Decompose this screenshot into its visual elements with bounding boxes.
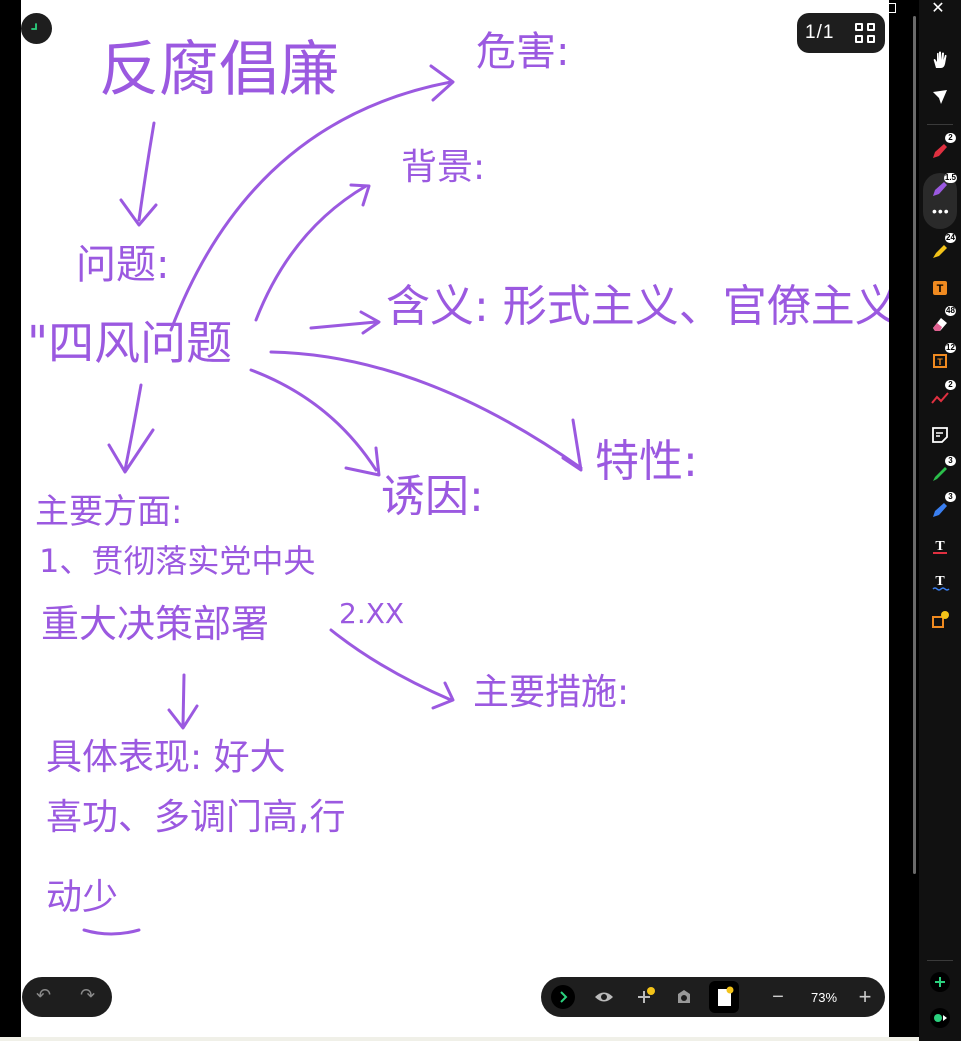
text-tool[interactable]: T xyxy=(926,274,954,302)
eraser-tool[interactable]: 48 xyxy=(926,306,956,338)
line-tool[interactable]: 2 xyxy=(926,380,956,412)
left-frame xyxy=(0,0,21,1041)
eraser-icon xyxy=(933,318,947,331)
pen-red-icon xyxy=(933,144,947,158)
select-tool[interactable] xyxy=(926,83,954,111)
window-restore-icon[interactable] xyxy=(887,3,896,13)
arrow-aspects-down xyxy=(167,673,199,730)
document-icon xyxy=(718,986,734,1006)
text-frame-icon: T xyxy=(933,354,947,368)
note-features: 特性: xyxy=(595,436,698,487)
view-button[interactable] xyxy=(591,977,617,1017)
whiteboard-canvas[interactable]: 反腐倡廉 危害: 背景: 问题: "四风问题 含义: 形式主义、官僚主义 特性:… xyxy=(21,0,889,1041)
highlighter-tool[interactable]: 24 xyxy=(926,233,956,265)
note-item2: 2.XX xyxy=(339,597,405,630)
text-box-icon: T xyxy=(933,281,947,295)
pen-blue-icon xyxy=(933,503,947,517)
hand-icon xyxy=(933,51,947,68)
plus-icon xyxy=(638,987,655,1003)
sticky-note-tool[interactable] xyxy=(926,421,954,449)
pen-purple-tool[interactable]: 1.5 ••• xyxy=(923,173,957,229)
note-harm: 危害: xyxy=(476,29,570,75)
arrow-to-causes xyxy=(249,368,381,477)
shapes-tool[interactable] xyxy=(926,606,954,634)
zoom-out-button[interactable]: − xyxy=(766,977,790,1017)
arrow-to-measures xyxy=(329,628,455,710)
svg-text:T: T xyxy=(935,539,945,554)
note-problem: 问题: xyxy=(76,242,170,288)
page-indicator[interactable]: 1/1 xyxy=(797,13,885,53)
vertical-scrollbar-thumb[interactable] xyxy=(913,16,916,874)
add-tool-button[interactable] xyxy=(926,968,954,996)
note-main-measures: 主要措施: xyxy=(473,672,630,713)
timer-button[interactable] xyxy=(21,13,52,44)
svg-text:T: T xyxy=(937,283,944,295)
page-grid-icon[interactable] xyxy=(855,23,877,45)
right-toolbar: 2 1.5 ••• 24 T 48 T 12 2 3 3 T T xyxy=(919,0,961,1041)
arrow-title-down xyxy=(119,121,158,227)
note-manifest-line3: 动少 xyxy=(46,877,119,918)
pen-red-tool[interactable]: 2 xyxy=(926,133,956,165)
text-red-tool[interactable]: T xyxy=(926,532,954,560)
hand-tool[interactable] xyxy=(926,46,954,74)
pen-green-tool[interactable]: 3 xyxy=(926,456,956,488)
gear-icon xyxy=(678,990,690,1003)
bottom-toolbar: − 73% + xyxy=(541,977,885,1017)
chevron-right-icon xyxy=(551,985,575,1009)
pen-blue-tool[interactable]: 3 xyxy=(926,492,956,524)
plus-circle-icon xyxy=(930,972,950,992)
note-title: 反腐倡廉 xyxy=(99,35,339,105)
pen-green-icon xyxy=(933,467,947,481)
arrow-to-background xyxy=(254,183,371,322)
eye-icon xyxy=(595,992,613,1002)
arrow-four-winds-down xyxy=(107,383,155,474)
note-causes: 诱因: xyxy=(381,471,484,522)
svg-text:T: T xyxy=(937,357,943,367)
zoom-in-button[interactable]: + xyxy=(853,977,877,1017)
pointer-icon xyxy=(933,90,947,104)
arrow-to-meaning xyxy=(309,310,381,335)
note-main-aspects: 主要方面: xyxy=(35,492,183,532)
text-box-tool[interactable]: T 12 xyxy=(926,343,956,375)
record-button[interactable] xyxy=(926,1004,954,1032)
expand-button[interactable] xyxy=(549,977,577,1017)
shapes-icon xyxy=(932,611,949,628)
note-item1-line2: 重大决策部署 xyxy=(41,602,270,646)
text-wavy-icon: T xyxy=(932,574,950,591)
close-icon[interactable]: ✕ xyxy=(929,0,947,18)
text-underline-red-icon: T xyxy=(933,539,947,554)
zoom-level: 73% xyxy=(810,989,838,1005)
add-element-button[interactable] xyxy=(632,977,658,1017)
settings-button[interactable] xyxy=(671,977,697,1017)
text-wave-tool[interactable]: T xyxy=(926,568,954,596)
note-manifest-line2: 喜功、多调门高,行 xyxy=(46,797,346,838)
line-chart-icon xyxy=(931,392,949,404)
arrow-to-features xyxy=(269,350,583,472)
note-four-winds: "四风问题 xyxy=(27,316,233,370)
undo-icon[interactable]: ↶ xyxy=(36,985,51,1006)
play-circle-icon xyxy=(930,1008,950,1028)
redo-icon[interactable]: ↷ xyxy=(80,985,95,1006)
note-meaning: 含义: 形式主义、官僚主义 xyxy=(386,281,889,332)
more-options-icon[interactable]: ••• xyxy=(932,203,950,219)
page-button[interactable] xyxy=(709,981,739,1013)
note-manifest-line1: 具体表现: 好大 xyxy=(46,737,286,778)
note-item1-line1: 1、贯彻落实党中央 xyxy=(39,542,316,580)
note-background: 背景: xyxy=(401,147,486,188)
svg-text:T: T xyxy=(935,574,945,589)
clock-icon xyxy=(31,23,37,30)
underline-dongshao xyxy=(82,928,141,936)
highlighter-icon xyxy=(933,245,947,258)
bottom-edge xyxy=(0,1037,919,1041)
page-number: 1/1 xyxy=(805,22,835,43)
sticky-note-icon xyxy=(932,427,948,443)
undo-redo-bar: ↶ ↷ xyxy=(22,977,112,1017)
